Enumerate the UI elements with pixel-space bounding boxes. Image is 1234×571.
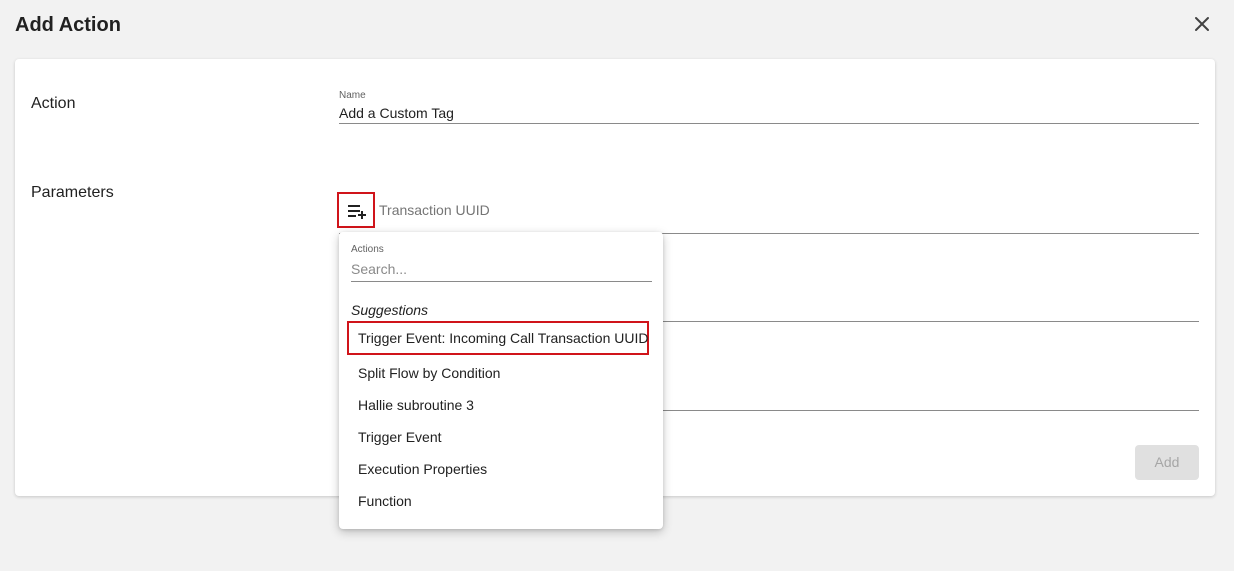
actions-dropdown: Actions Suggestions Trigger Event: Incom…: [339, 232, 663, 529]
parameters-section-label: Parameters: [31, 184, 114, 201]
playlist-add-icon: [348, 205, 366, 219]
add-button[interactable]: Add: [1135, 445, 1199, 480]
suggestion-item-trigger-event[interactable]: Trigger Event: [347, 421, 649, 453]
suggestion-item-execution-properties[interactable]: Execution Properties: [347, 453, 649, 485]
suggestions-heading: Suggestions: [351, 302, 429, 318]
actions-search: Actions: [351, 243, 652, 282]
insert-variable-button[interactable]: [337, 192, 375, 228]
suggestion-item-split-flow[interactable]: Split Flow by Condition: [347, 357, 649, 389]
suggestions-list: Trigger Event: Incoming Call Transaction…: [347, 321, 649, 517]
name-field[interactable]: Name Add a Custom Tag: [339, 90, 1199, 124]
action-section-label: Action: [31, 95, 76, 112]
name-field-label: Name: [339, 90, 366, 101]
actions-search-input[interactable]: [351, 256, 652, 282]
actions-search-label: Actions: [351, 244, 384, 255]
dialog-title: Add Action: [15, 14, 121, 36]
suggestion-item-hallie-subroutine[interactable]: Hallie subroutine 3: [347, 389, 649, 421]
suggestion-item-function[interactable]: Function: [347, 485, 649, 517]
close-button[interactable]: [1190, 12, 1214, 36]
suggestion-item-incoming-call-uuid[interactable]: Trigger Event: Incoming Call Transaction…: [347, 321, 649, 355]
close-icon: [1195, 17, 1209, 31]
parameter-input-placeholder[interactable]: Transaction UUID: [379, 202, 490, 218]
name-field-value[interactable]: Add a Custom Tag: [339, 102, 1199, 124]
